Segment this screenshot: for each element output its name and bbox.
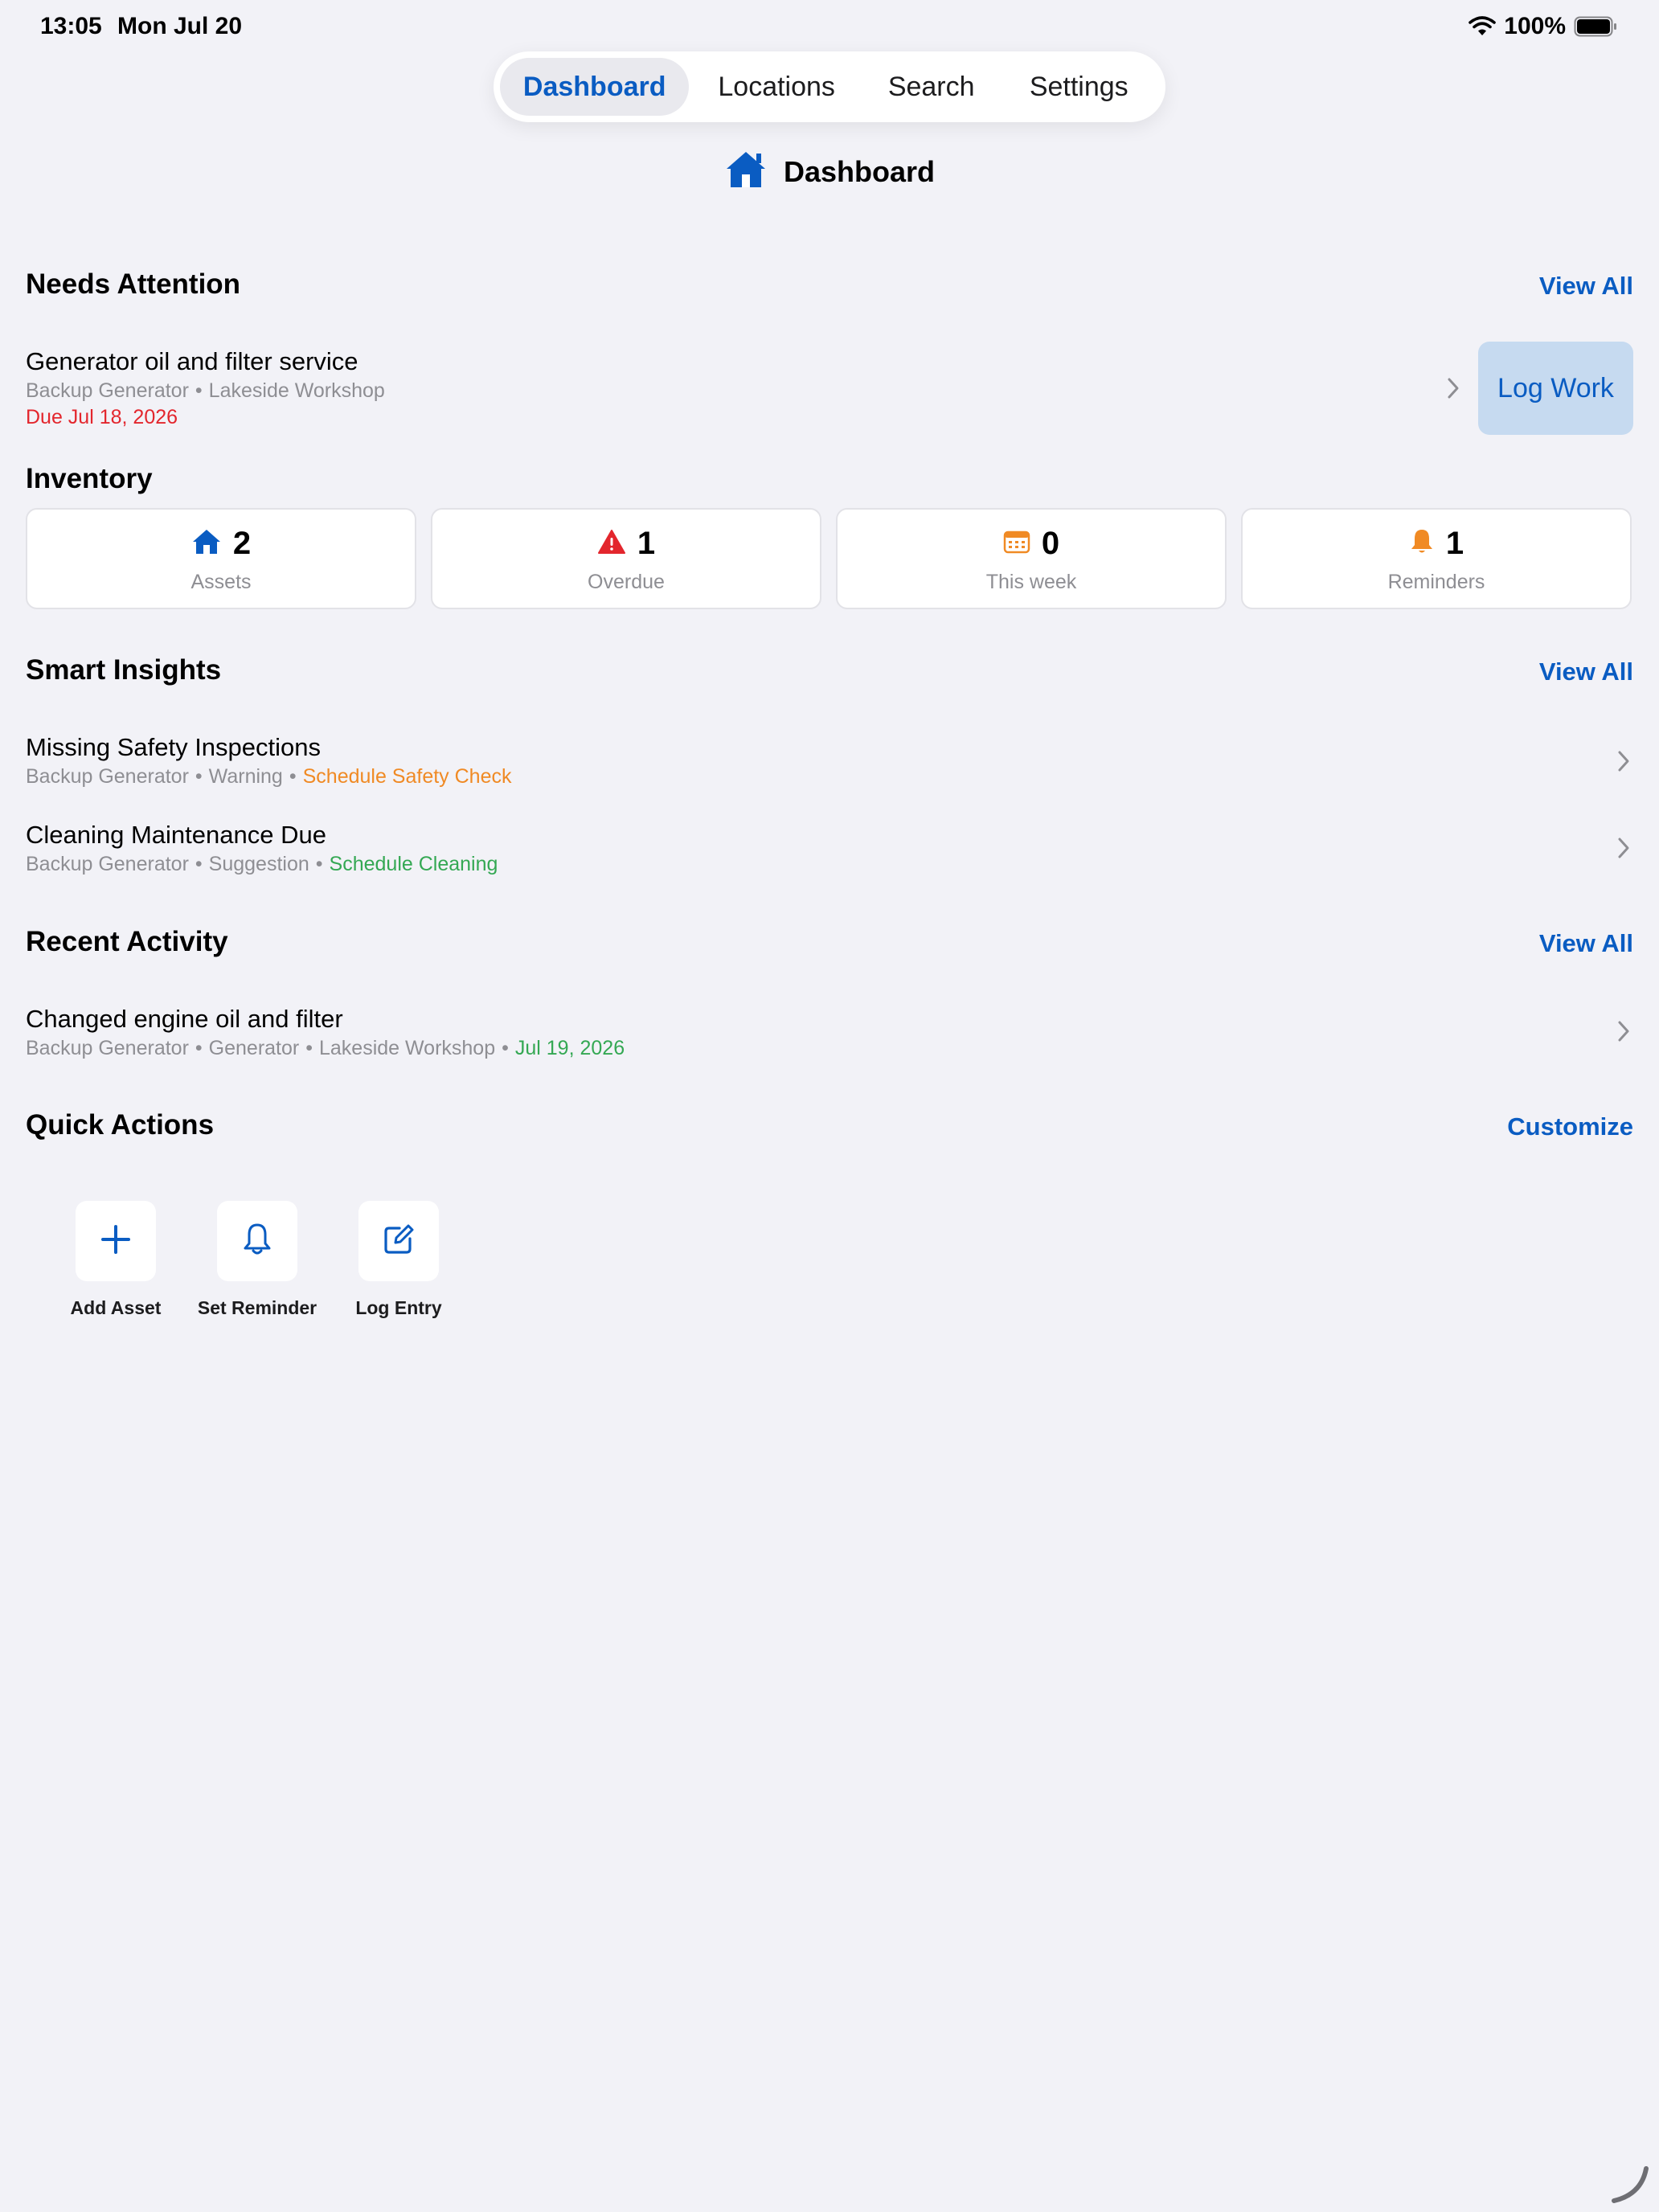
separator-dot: • [195, 1037, 203, 1059]
stat-value: 1 [637, 526, 656, 561]
quick-action-label: Log Entry [355, 1297, 442, 1318]
house-icon [191, 528, 222, 559]
quick-action-label: Set Reminder [197, 1297, 317, 1318]
log-entry-button[interactable]: Log Entry [328, 1201, 469, 1319]
stat-label: Assets [190, 571, 252, 593]
stat-value: 1 [1445, 526, 1464, 561]
status-indicators: 100% [1469, 13, 1617, 40]
attention-item-asset: Backup Generator [26, 379, 189, 402]
quick-action-label: Add Asset [70, 1297, 162, 1318]
bell-outline-icon [241, 1222, 273, 1261]
attention-item-location: Lakeside Workshop [208, 379, 385, 402]
resize-corner-icon[interactable] [1609, 2162, 1653, 2206]
activity-subtitle: Backup Generator • Generator • Lakeside Work… [26, 1037, 625, 1060]
recent-activity-heading: Recent Activity [26, 926, 228, 957]
separator-dot: • [195, 853, 203, 875]
insight-action: Schedule Cleaning [329, 853, 498, 875]
activity-location: Lakeside Workshop [319, 1037, 496, 1059]
stat-label: Overdue [588, 571, 665, 593]
attention-item-subtitle: Backup Generator • Lakeside Workshop [26, 379, 385, 403]
set-reminder-button[interactable]: Set Reminder [186, 1201, 328, 1319]
stat-card-overdue[interactable]: 1 Overdue [431, 508, 821, 609]
attention-item-title[interactable]: Generator oil and filter service [26, 347, 358, 376]
edit-square-icon [382, 1223, 416, 1260]
stat-card-assets[interactable]: 2 Assets [26, 508, 416, 609]
status-time: 13:05 [40, 13, 102, 39]
separator-dot: • [195, 379, 203, 402]
house-icon [724, 150, 768, 194]
insight-action: Schedule Safety Check [302, 765, 512, 788]
recent-activity-view-all-link[interactable]: View All [1539, 929, 1633, 958]
tab-dashboard[interactable]: Dashboard [500, 58, 690, 116]
status-bar: 13:05 Mon Jul 20 100% [0, 0, 1659, 51]
top-tab-bar: Dashboard Locations Search Settings [494, 51, 1165, 122]
insight-title: Missing Safety Inspections [26, 733, 322, 761]
tab-settings[interactable]: Settings [998, 58, 1159, 116]
dashboard-screen: 13:05 Mon Jul 20 100% Dashboard Location… [0, 0, 1659, 2212]
log-work-button[interactable]: Log Work [1478, 342, 1633, 435]
stat-card-this-week[interactable]: 0 This week [836, 508, 1227, 609]
chevron-right-icon [1618, 838, 1629, 858]
customize-link[interactable]: Customize [1507, 1112, 1633, 1141]
page-title: Dashboard [783, 154, 936, 188]
separator-dot: • [315, 853, 323, 875]
separator-dot: • [195, 765, 203, 788]
insight-subtitle: Backup Generator • Warning • Schedule Safety… [26, 765, 512, 789]
needs-attention-view-all-link[interactable]: View All [1539, 272, 1633, 301]
insight-title: Cleaning Maintenance Due [26, 821, 326, 849]
battery-icon [1574, 16, 1617, 37]
bell-icon [1409, 528, 1435, 559]
needs-attention-heading: Needs Attention [26, 268, 241, 300]
stat-label: This week [985, 571, 1077, 593]
wifi-icon [1469, 16, 1497, 37]
quick-actions-heading: Quick Actions [26, 1109, 215, 1141]
insight-level: Suggestion [208, 853, 309, 875]
chevron-right-icon [1618, 751, 1629, 772]
activity-title: Changed engine oil and filter [26, 1005, 343, 1033]
add-asset-button[interactable]: Add Asset [45, 1201, 186, 1319]
insight-level: Warning [208, 765, 283, 788]
separator-dot: • [502, 1037, 509, 1059]
smart-insights-view-all-link[interactable]: View All [1539, 657, 1633, 686]
insight-subtitle: Backup Generator • Suggestion • Schedule Cle… [26, 853, 498, 876]
status-date: Mon Jul 20 [117, 13, 243, 39]
insight-asset: Backup Generator [26, 853, 189, 875]
attention-item-due-date: Due Jul 18, 2026 [26, 406, 178, 428]
smart-insights-heading: Smart Insights [26, 654, 222, 686]
chevron-right-icon[interactable] [1445, 376, 1461, 400]
stat-value: 0 [1041, 526, 1060, 561]
separator-dot: • [305, 1037, 313, 1059]
calendar-icon [1003, 530, 1030, 558]
tab-search[interactable]: Search [864, 58, 999, 116]
stat-card-reminders[interactable]: 1 Reminders [1241, 508, 1632, 609]
insight-asset: Backup Generator [26, 765, 189, 788]
inventory-heading: Inventory [26, 463, 153, 494]
page-header: Dashboard [0, 150, 1659, 194]
warning-triangle-icon [597, 529, 626, 559]
activity-date: Jul 19, 2026 [514, 1037, 625, 1059]
tab-locations[interactable]: Locations [689, 58, 863, 116]
chevron-right-icon [1618, 1021, 1629, 1042]
stat-value: 2 [232, 526, 252, 561]
battery-percent: 100% [1504, 13, 1566, 39]
plus-icon [100, 1223, 132, 1260]
activity-category: Generator [208, 1037, 300, 1059]
stat-label: Reminders [1387, 571, 1485, 593]
activity-asset: Backup Generator [26, 1037, 189, 1059]
separator-dot: • [289, 765, 297, 788]
